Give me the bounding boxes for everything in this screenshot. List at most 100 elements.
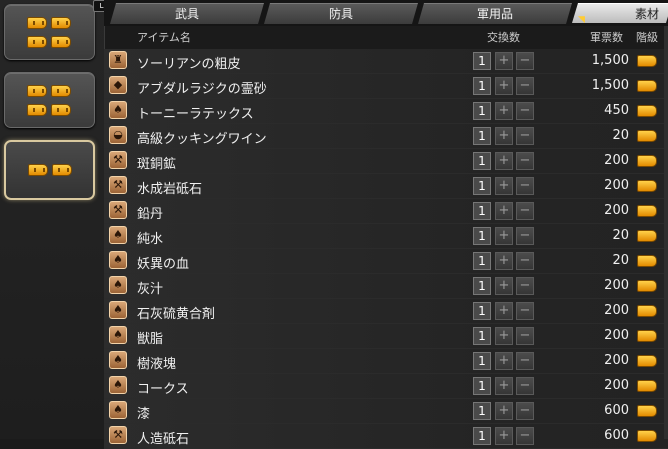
increase-button[interactable]: + bbox=[495, 377, 513, 395]
lacquer-icon: ♠ bbox=[109, 401, 127, 419]
decrease-button[interactable]: − bbox=[516, 327, 534, 345]
quantity-field[interactable]: 1 bbox=[473, 177, 491, 195]
quantity-field[interactable]: 1 bbox=[473, 327, 491, 345]
decrease-button[interactable]: − bbox=[516, 352, 534, 370]
quantity-field[interactable]: 1 bbox=[473, 377, 491, 395]
wine-icon: ◒ bbox=[109, 126, 127, 144]
decrease-button[interactable]: − bbox=[516, 227, 534, 245]
item-name: トーニーラテックス bbox=[137, 107, 254, 122]
item-name: 樹液塊 bbox=[137, 357, 177, 372]
increase-button[interactable]: + bbox=[495, 402, 513, 420]
quantity-field[interactable]: 1 bbox=[473, 252, 491, 270]
seal-cost: 1,500 bbox=[591, 78, 629, 93]
table-row[interactable]: ◆ アブダルラジクの霊砂 1 + − 1,500 bbox=[104, 74, 668, 99]
quantity-field[interactable]: 1 bbox=[473, 277, 491, 295]
seal-icon bbox=[27, 85, 47, 97]
decrease-button[interactable]: − bbox=[516, 277, 534, 295]
increase-button[interactable]: + bbox=[495, 302, 513, 320]
quantity-field[interactable]: 1 bbox=[473, 202, 491, 220]
decrease-button[interactable]: − bbox=[516, 302, 534, 320]
table-row[interactable]: ♠ 獣脂 1 + − 200 bbox=[104, 324, 668, 349]
decrease-button[interactable]: − bbox=[516, 152, 534, 170]
hide-icon: ♜ bbox=[109, 51, 127, 69]
item-name: 石灰硫黄合剤 bbox=[137, 307, 216, 322]
quantity-field[interactable]: 1 bbox=[473, 102, 491, 120]
seal-cost: 200 bbox=[604, 378, 629, 393]
tab-weapons[interactable]: 武具 bbox=[110, 3, 264, 24]
increase-button[interactable]: + bbox=[495, 227, 513, 245]
quantity-field[interactable]: 1 bbox=[473, 127, 491, 145]
synthetic-whetstone-icon: ⚒ bbox=[109, 426, 127, 444]
grade-seal-icon bbox=[637, 80, 657, 92]
quantity-field[interactable]: 1 bbox=[473, 77, 491, 95]
decrease-button[interactable]: − bbox=[516, 127, 534, 145]
increase-button[interactable]: + bbox=[495, 177, 513, 195]
increase-button[interactable]: + bbox=[495, 77, 513, 95]
decrease-button[interactable]: − bbox=[516, 377, 534, 395]
table-row[interactable]: ♠ トーニーラテックス 1 + − 450 bbox=[104, 99, 668, 124]
table-row[interactable]: ♠ 漆 1 + − 600 bbox=[104, 399, 668, 424]
grade-seal-icon bbox=[637, 230, 657, 242]
increase-button[interactable]: + bbox=[495, 427, 513, 445]
rank-button-1[interactable] bbox=[4, 4, 95, 60]
table-row[interactable]: ♠ 灰汁 1 + − 200 bbox=[104, 274, 668, 299]
quantity-field[interactable]: 1 bbox=[473, 352, 491, 370]
decrease-button[interactable]: − bbox=[516, 252, 534, 270]
seal-cost: 200 bbox=[604, 303, 629, 318]
grade-seal-icon bbox=[637, 380, 657, 392]
decrease-button[interactable]: − bbox=[516, 177, 534, 195]
table-row[interactable]: ⚒ 斑銅鉱 1 + − 200 bbox=[104, 149, 668, 174]
table-row[interactable]: ♠ 石灰硫黄合剤 1 + − 200 bbox=[104, 299, 668, 324]
seal-cost: 200 bbox=[604, 328, 629, 343]
item-name: 斑銅鉱 bbox=[137, 157, 177, 172]
tab-materials[interactable]: ◥ 素材 bbox=[572, 3, 668, 23]
quantity-field[interactable]: 1 bbox=[473, 227, 491, 245]
blood-icon: ♠ bbox=[109, 251, 127, 269]
quantity-field[interactable]: 1 bbox=[473, 152, 491, 170]
header-cost: 軍票数 bbox=[590, 31, 623, 44]
decrease-button[interactable]: − bbox=[516, 402, 534, 420]
tab-supplies[interactable]: 軍用品 bbox=[418, 3, 572, 24]
table-row[interactable]: ♠ 樹液塊 1 + − 200 bbox=[104, 349, 668, 374]
increase-button[interactable]: + bbox=[495, 102, 513, 120]
tab-armor[interactable]: 防具 bbox=[264, 3, 418, 24]
quantity-field[interactable]: 1 bbox=[473, 52, 491, 70]
table-row[interactable]: ◒ 高級クッキングワイン 1 + − 20 bbox=[104, 124, 668, 149]
table-row[interactable]: ♠ コークス 1 + − 200 bbox=[104, 374, 668, 399]
table-row[interactable]: ♠ 妖異の血 1 + − 20 bbox=[104, 249, 668, 274]
increase-button[interactable]: + bbox=[495, 252, 513, 270]
seal-cost: 200 bbox=[604, 203, 629, 218]
decrease-button[interactable]: − bbox=[516, 427, 534, 445]
rank-button-3[interactable] bbox=[4, 140, 95, 200]
increase-button[interactable]: + bbox=[495, 277, 513, 295]
decrease-button[interactable]: − bbox=[516, 77, 534, 95]
quantity-field[interactable]: 1 bbox=[473, 302, 491, 320]
coke-icon: ♠ bbox=[109, 376, 127, 394]
seal-cost: 600 bbox=[604, 403, 629, 418]
increase-button[interactable]: + bbox=[495, 152, 513, 170]
header-grade: 階級 bbox=[636, 31, 658, 44]
increase-button[interactable]: + bbox=[495, 127, 513, 145]
scrollbar[interactable] bbox=[664, 26, 668, 439]
seal-cost: 200 bbox=[604, 278, 629, 293]
table-row[interactable]: ⚒ 人造砥石 1 + − 600 bbox=[104, 424, 668, 449]
quantity-field[interactable]: 1 bbox=[473, 427, 491, 445]
table-row[interactable]: ♜ ソーリアンの粗皮 1 + − 1,500 bbox=[104, 49, 668, 74]
seal-icon bbox=[51, 17, 71, 29]
increase-button[interactable]: + bbox=[495, 202, 513, 220]
increase-button[interactable]: + bbox=[495, 327, 513, 345]
seal-cost: 200 bbox=[604, 178, 629, 193]
rank-button-2[interactable] bbox=[4, 72, 95, 128]
grade-seal-icon bbox=[637, 330, 657, 342]
increase-button[interactable]: + bbox=[495, 352, 513, 370]
increase-button[interactable]: + bbox=[495, 52, 513, 70]
table-row[interactable]: ⚒ 水成岩砥石 1 + − 200 bbox=[104, 174, 668, 199]
table-row[interactable]: ⚒ 鉛丹 1 + − 200 bbox=[104, 199, 668, 224]
quantity-field[interactable]: 1 bbox=[473, 402, 491, 420]
decrease-button[interactable]: − bbox=[516, 52, 534, 70]
seal-icon bbox=[28, 164, 48, 176]
grade-seal-icon bbox=[637, 305, 657, 317]
decrease-button[interactable]: − bbox=[516, 202, 534, 220]
table-row[interactable]: ♠ 純水 1 + − 20 bbox=[104, 224, 668, 249]
decrease-button[interactable]: − bbox=[516, 102, 534, 120]
